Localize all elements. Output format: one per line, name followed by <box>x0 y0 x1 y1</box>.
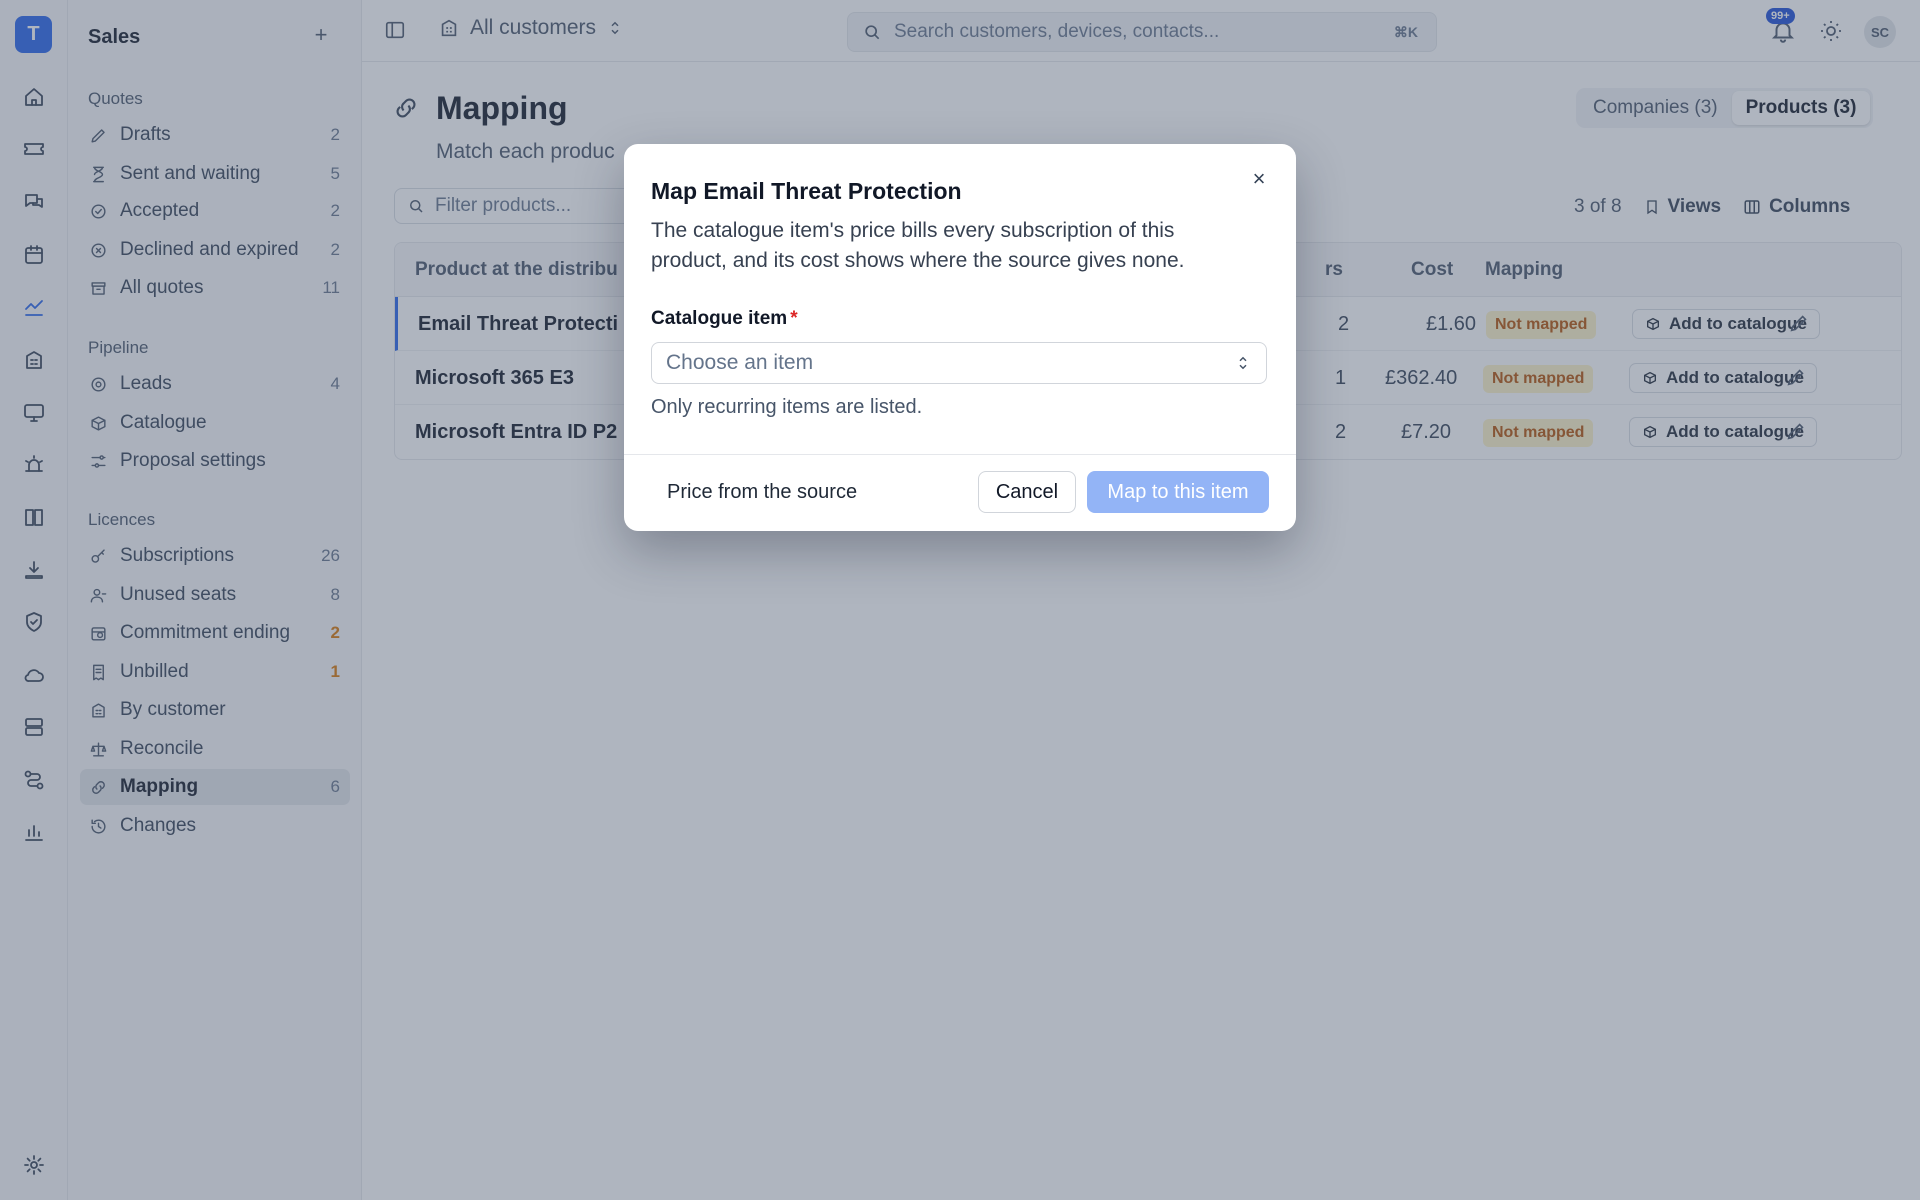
dialog-description: The catalogue item's price bills every s… <box>651 219 1185 272</box>
cancel-button[interactable]: Cancel <box>978 471 1076 513</box>
dialog-footer: Price from the source Cancel Map to this… <box>624 454 1296 531</box>
catalogue-item-select[interactable]: Choose an item <box>651 342 1267 384</box>
catalogue-item-label: Catalogue item * <box>651 308 798 330</box>
select-placeholder: Choose an item <box>666 351 814 374</box>
required-marker: * <box>790 308 798 329</box>
close-icon[interactable]: × <box>1248 168 1270 190</box>
field-label-text: Catalogue item <box>651 308 788 329</box>
map-product-dialog: × Map Email Threat Protection The catalo… <box>624 144 1296 531</box>
map-to-item-button[interactable]: Map to this item <box>1087 471 1269 513</box>
price-from-source-button[interactable]: Price from the source <box>667 481 857 504</box>
dialog-title: Map Email Threat Protection <box>651 178 962 204</box>
chevron-updown-icon <box>1239 356 1247 370</box>
field-hint: Only recurring items are listed. <box>651 396 923 418</box>
